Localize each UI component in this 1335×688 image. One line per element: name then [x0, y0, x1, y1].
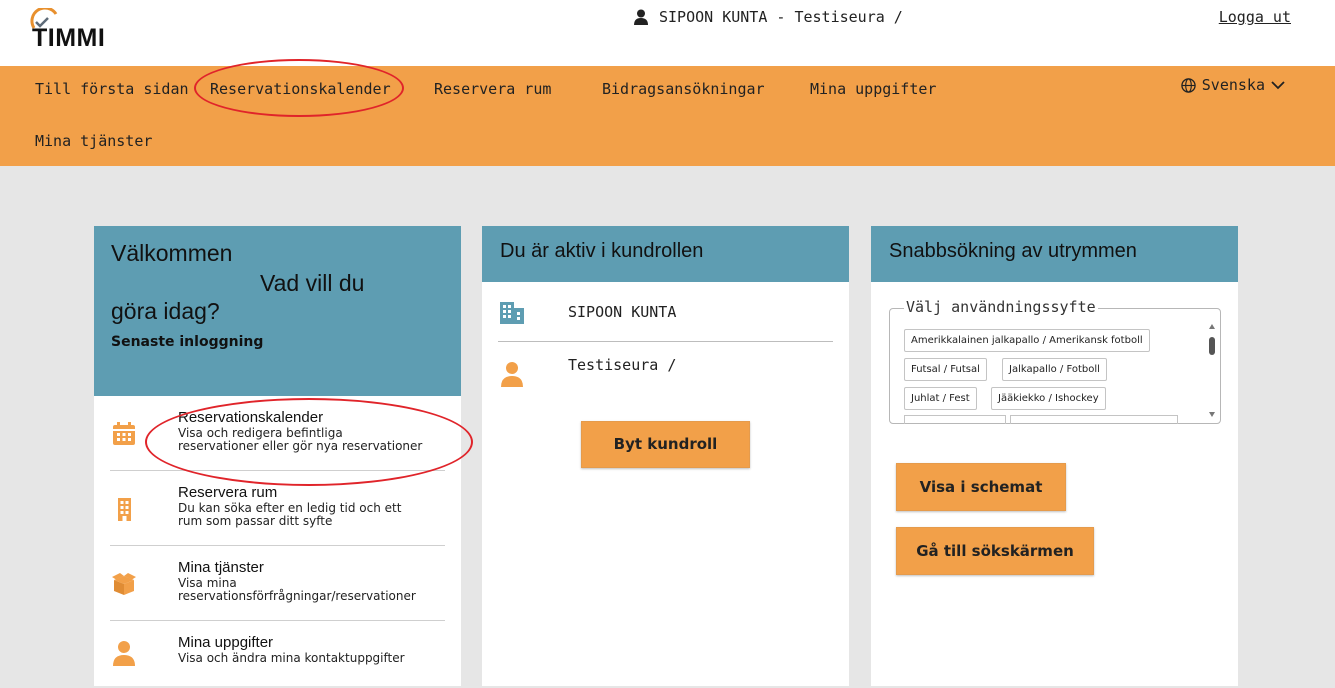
welcome-subtitle-2: göra idag?	[111, 298, 220, 324]
user-info: SIPOON KUNTA - Testiseura /	[633, 8, 903, 26]
language-label: Svenska	[1201, 76, 1265, 94]
show-in-schedule-button[interactable]: Visa i schemat	[896, 463, 1066, 511]
nav-item-home[interactable]: Till första sidan	[35, 80, 189, 98]
scrollbar[interactable]	[1206, 317, 1218, 421]
menu-item-desc-line2: reservationer eller gör nya reservatione…	[178, 439, 423, 453]
menu-item-title: Reservera rum	[178, 484, 278, 501]
menu-item-desc-line1: Visa och redigera befintliga	[178, 426, 343, 440]
welcome-header: Välkommen Vad vill du göra idag? Senaste…	[94, 226, 461, 396]
user-role-label: SIPOON KUNTA - Testiseura /	[659, 8, 903, 26]
purpose-select[interactable]: Välj användningssyfte Amerikkalainen jal…	[889, 298, 1221, 424]
timmi-logo[interactable]: TIMMI	[30, 8, 140, 52]
role-header: Du är aktiv i kundrollen	[482, 226, 849, 282]
welcome-card: Välkommen Vad vill du göra idag? Senaste…	[94, 226, 461, 686]
globe-icon	[1181, 77, 1196, 93]
customer-role-card: Du är aktiv i kundrollen SIPOON KUNTA Te…	[482, 226, 849, 686]
menu-item-desc-line1: Visa mina	[178, 576, 237, 590]
user-icon	[634, 9, 648, 25]
purpose-chip-partial	[904, 415, 1006, 424]
menu-item-desc-line1: Du kan söka efter en ledig tid och ett	[178, 501, 402, 515]
menu-item-desc-line2: rum som passar ditt syfte	[178, 514, 333, 528]
top-header: TIMMI SIPOON KUNTA - Testiseura / Logga …	[0, 0, 1335, 66]
nav-item-my-services[interactable]: Mina tjänster	[35, 132, 152, 150]
chevron-down-icon	[1271, 81, 1285, 90]
nav-item-grant-applications[interactable]: Bidragsansökningar	[602, 80, 765, 98]
role-user: Testiseura /	[568, 356, 677, 374]
purpose-chip[interactable]: Juhlat / Fest	[904, 387, 977, 410]
purpose-chip[interactable]: Amerikkalainen jalkapallo / Amerikansk f…	[904, 329, 1150, 352]
quick-search-title: Snabbsökning av utrymmen	[889, 240, 1137, 262]
person-icon	[501, 362, 523, 387]
switch-role-button[interactable]: Byt kundroll	[581, 421, 750, 468]
purpose-chip[interactable]: Jääkiekko / Ishockey	[991, 387, 1106, 410]
menu-item-title: Mina tjänster	[178, 559, 264, 576]
welcome-title: Välkommen	[111, 240, 233, 266]
nav-item-reserve-room[interactable]: Reservera rum	[434, 80, 551, 98]
menu-item-reserve-room[interactable]: Reservera rum Du kan söka efter en ledig…	[110, 471, 445, 546]
menu-item-title: Mina uppgifter	[178, 634, 274, 651]
person-icon	[113, 641, 135, 666]
menu-item-my-services[interactable]: Mina tjänster Visa mina reservationsförf…	[110, 546, 445, 621]
nav-item-reservation-calendar[interactable]: Reservationskalender	[210, 80, 391, 98]
purpose-chip-partial	[1010, 415, 1178, 424]
last-login-label: Senaste inloggning	[111, 334, 264, 350]
role-organization: SIPOON KUNTA	[568, 302, 677, 321]
purpose-label: Välj användningssyfte	[904, 298, 1098, 316]
welcome-menu: Reservationskalender Visa och redigera b…	[94, 396, 461, 688]
building-icon	[118, 498, 131, 521]
box-icon	[112, 573, 136, 595]
go-to-search-button[interactable]: Gå till sökskärmen	[896, 527, 1094, 575]
menu-item-my-details[interactable]: Mina uppgifter Visa och ändra mina konta…	[110, 621, 445, 688]
role-user-row: Testiseura /	[498, 342, 833, 412]
nav-item-my-details[interactable]: Mina uppgifter	[810, 80, 936, 98]
purpose-chip[interactable]: Futsal / Futsal	[904, 358, 987, 381]
main-nav: Till första sidan Reservationskalender R…	[0, 66, 1335, 166]
role-title: Du är aktiv i kundrollen	[500, 240, 704, 262]
menu-item-desc-line2: reservationsförfrågningar/reservationer	[178, 589, 416, 603]
language-selector[interactable]: Svenska	[1181, 76, 1285, 94]
menu-item-title: Reservationskalender	[178, 409, 324, 426]
quick-search-card: Snabbsökning av utrymmen Välj användning…	[871, 226, 1238, 686]
role-organization-row: SIPOON KUNTA	[498, 282, 833, 342]
logo-text: TIMMI	[32, 24, 106, 52]
quick-search-header: Snabbsökning av utrymmen	[871, 226, 1238, 282]
logout-link[interactable]: Logga ut	[1219, 8, 1291, 26]
buildings-icon	[500, 301, 524, 324]
welcome-subtitle-1: Vad vill du	[260, 270, 365, 296]
menu-item-reservation-calendar[interactable]: Reservationskalender Visa och redigera b…	[110, 396, 445, 471]
menu-item-desc-line1: Visa och ändra mina kontaktuppgifter	[178, 651, 405, 665]
purpose-chip[interactable]: Jalkapallo / Fotboll	[1002, 358, 1107, 381]
calendar-icon	[113, 422, 135, 445]
